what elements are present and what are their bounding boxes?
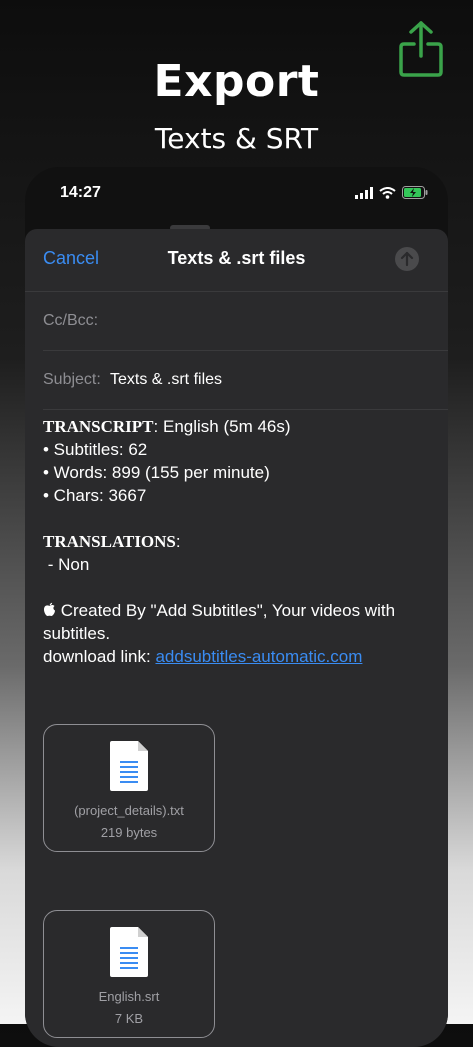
status-time: 14:27 — [60, 184, 101, 201]
attachment-name: (project_details).txt — [74, 803, 184, 818]
apple-icon — [44, 602, 55, 617]
chars-count: • Chars: 3667 — [43, 486, 147, 505]
translations-value: - Non — [43, 555, 90, 574]
page-title: Export — [153, 56, 320, 107]
download-line: download link: addsubtitles-automatic.co… — [43, 645, 433, 668]
subject-field[interactable]: Subject: Texts & .srt files — [43, 351, 448, 410]
cc-bcc-field[interactable]: Cc/Bcc: — [43, 292, 448, 351]
document-icon — [110, 741, 148, 791]
download-link[interactable]: addsubtitles-automatic.com — [155, 647, 362, 666]
transcript-value: : English (5m 46s) — [153, 417, 291, 436]
battery-icon — [402, 186, 428, 199]
transcript-line: TRANSCRIPT: English (5m 46s) — [43, 415, 433, 438]
mail-compose-sheet: Cancel Texts & .srt files Cc/Bcc: Subjec… — [25, 229, 448, 1047]
created-by-line: Created By "Add Subtitles", Your videos … — [43, 599, 433, 645]
cc-bcc-label: Cc/Bcc: — [43, 312, 99, 329]
signal-icon — [355, 186, 373, 199]
compose-nav-bar: Cancel Texts & .srt files — [25, 229, 448, 292]
wifi-icon — [379, 186, 396, 199]
attachment-size: 219 bytes — [100, 825, 158, 840]
subject-label: Subject: — [43, 371, 101, 388]
email-body[interactable]: TRANSCRIPT: English (5m 46s) • Subtitles… — [43, 415, 433, 668]
compose-title: Texts & .srt files — [167, 248, 306, 268]
attachment-name: English.srt — [98, 989, 160, 1004]
subject-value: Texts & .srt files — [110, 371, 223, 388]
subtitles-count: • Subtitles: 62 — [43, 440, 148, 459]
download-label: download link: — [43, 647, 156, 666]
transcript-heading: TRANSCRIPT — [43, 417, 154, 436]
translations-colon: : — [175, 532, 181, 551]
words-count: • Words: 899 (155 per minute) — [43, 463, 270, 482]
send-button[interactable] — [395, 247, 419, 271]
send-arrow-icon — [400, 251, 414, 267]
attachment-txt[interactable]: (project_details).txt 219 bytes — [43, 724, 215, 852]
created-by-text: Created By "Add Subtitles", Your videos … — [43, 601, 396, 643]
document-icon — [110, 927, 148, 977]
phone-frame: 14:27 Cancel Texts & .srt files Cc/Bcc: … — [25, 167, 448, 1047]
page-subtitle: Texts & SRT — [154, 122, 319, 155]
attachment-srt[interactable]: English.srt 7 KB — [43, 910, 215, 1038]
status-icons — [355, 186, 428, 199]
translations-line: TRANSLATIONS: — [43, 530, 433, 553]
translations-heading: TRANSLATIONS — [43, 532, 176, 551]
